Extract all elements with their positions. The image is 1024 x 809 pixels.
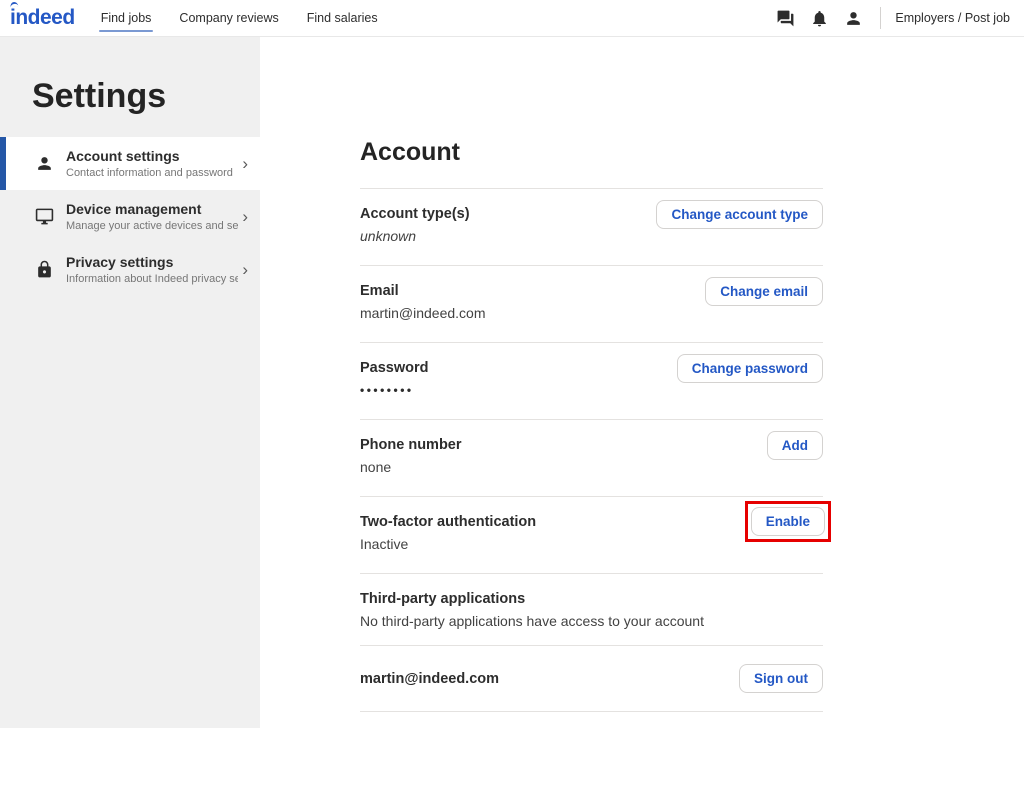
chevron-right-icon: › [242,155,248,172]
tab-company-reviews[interactable]: Company reviews [165,0,292,36]
person-icon [844,9,863,28]
change-email-button[interactable]: Change email [705,277,823,306]
sidebar-item-text: Privacy settings Information about Indee… [66,254,238,286]
sidebar-item-label: Device management [66,201,238,218]
password-row: Password •••••••• Change password [360,342,823,419]
tab-find-jobs[interactable]: Find jobs [87,0,166,36]
page-layout: Settings Account settings Contact inform… [0,37,1024,728]
tab-label: Company reviews [179,11,278,25]
signout-email-label: martin@indeed.com [360,670,499,688]
tab-label: Find salaries [307,11,378,25]
change-account-type-button[interactable]: Change account type [656,200,823,229]
account-type-row: Account type(s) unknown Change account t… [360,188,823,265]
email-value: martin@indeed.com [360,305,486,322]
email-label: Email [360,282,486,300]
navbar-divider [880,7,881,29]
monitor-icon [34,207,54,227]
primary-nav: Find jobs Company reviews Find salaries [87,0,392,36]
bell-icon [810,9,829,28]
password-label: Password [360,359,429,377]
sidebar-item-text: Device management Manage your active dev… [66,201,238,233]
add-phone-button[interactable]: Add [767,431,823,460]
password-value: •••••••• [360,382,429,399]
two-factor-label: Two-factor authentication [360,513,536,531]
messages-button[interactable] [768,9,802,28]
sidebar-item-label: Privacy settings [66,254,238,271]
email-row: Email martin@indeed.com Change email [360,265,823,342]
highlight-annotation-box: Enable [745,501,831,542]
sidebar-item-account-settings[interactable]: Account settings Contact information and… [0,137,260,190]
two-factor-status: Inactive [360,536,536,553]
third-party-value: No third-party applications have access … [360,613,704,630]
top-navbar: indeed Find jobs Company reviews Find sa… [0,0,1024,37]
account-heading: Account [360,138,823,167]
two-factor-row: Two-factor authentication Inactive Enabl… [360,496,823,573]
settings-title: Settings [0,37,260,117]
account-panel: Account Account type(s) unknown Change a… [360,37,823,712]
chevron-right-icon: › [242,208,248,225]
sidebar-item-privacy-settings[interactable]: Privacy settings Information about Indee… [0,243,260,296]
sidebar-item-text: Account settings Contact information and… [66,148,238,180]
sidebar-item-description: Manage your active devices and sessions [66,219,238,233]
phone-number-row: Phone number none Add [360,419,823,496]
profile-menu-button[interactable] [836,9,870,28]
sign-out-button[interactable]: Sign out [739,664,823,693]
notifications-button[interactable] [802,9,836,28]
indeed-logo[interactable]: indeed [10,6,75,30]
sidebar-item-label: Account settings [66,148,238,165]
settings-sidebar: Settings Account settings Contact inform… [0,37,260,728]
third-party-row: Third-party applications No third-party … [360,573,823,645]
logo-text: indeed [10,6,75,29]
sidebar-item-description: Contact information and password [66,166,238,180]
account-type-value: unknown [360,228,470,245]
account-type-label: Account type(s) [360,205,470,223]
person-icon [34,154,54,174]
tab-find-salaries[interactable]: Find salaries [293,0,392,36]
navbar-right: Employers / Post job [768,0,1010,36]
messages-icon [776,9,795,28]
tab-label: Find jobs [101,11,152,25]
change-password-button[interactable]: Change password [677,354,823,383]
chevron-right-icon: › [242,261,248,278]
sidebar-item-description: Information about Indeed privacy setting… [66,272,238,286]
phone-number-value: none [360,459,462,476]
employers-post-job-link[interactable]: Employers / Post job [895,11,1010,25]
lock-icon [34,260,54,280]
enable-two-factor-button[interactable]: Enable [751,507,825,536]
phone-number-label: Phone number [360,436,462,454]
sidebar-item-device-management[interactable]: Device management Manage your active dev… [0,190,260,243]
signout-row: martin@indeed.com Sign out [360,645,823,712]
third-party-label: Third-party applications [360,590,704,608]
